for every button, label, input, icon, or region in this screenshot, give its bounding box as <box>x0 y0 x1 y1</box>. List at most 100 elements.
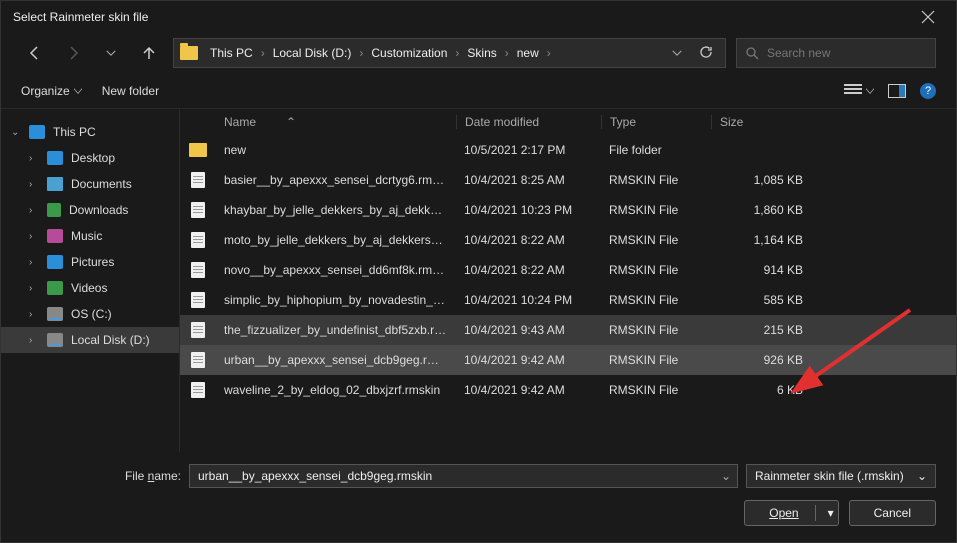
cancel-button[interactable]: Cancel <box>849 500 936 526</box>
file-name: the_fizzualizer_by_undefinist_dbf5zxb.rm… <box>216 323 456 337</box>
file-size: 1,164 KB <box>711 233 811 247</box>
folder-icon <box>180 46 198 60</box>
view-button[interactable] <box>844 84 874 98</box>
filename-input[interactable]: urban__by_apexxx_sensei_dcb9geg.rmskin⌄ <box>189 464 738 488</box>
file-type: RMSKIN File <box>601 203 711 217</box>
column-name[interactable]: Name⌃ <box>216 115 456 129</box>
file-date: 10/4/2021 9:43 AM <box>456 323 601 337</box>
organize-button[interactable]: Organize <box>21 84 82 98</box>
file-row[interactable]: khaybar_by_jelle_dekkers_by_aj_dekkers_.… <box>180 195 956 225</box>
file-dialog: Select Rainmeter skin file This PC › Loca… <box>0 0 957 543</box>
sidebar-item-documents[interactable]: ›Documents <box>1 171 179 197</box>
file-list: Name⌃ Date modified Type Size new10/5/20… <box>179 109 956 452</box>
file-type: File folder <box>601 143 711 157</box>
file-name: simplic_by_hiphopium_by_novadestin_d... <box>216 293 456 307</box>
file-row[interactable]: novo__by_apexxx_sensei_dd6mf8k.rmskin10/… <box>180 255 956 285</box>
breadcrumb-item[interactable]: new <box>513 46 543 60</box>
documents-icon <box>47 177 63 191</box>
chevron-down-icon[interactable]: ⌄ <box>721 469 731 483</box>
file-icon <box>191 202 205 218</box>
sidebar-item-pictures[interactable]: ›Pictures <box>1 249 179 275</box>
column-date[interactable]: Date modified <box>456 115 601 129</box>
sidebar-item-downloads[interactable]: ›Downloads <box>1 197 179 223</box>
file-size: 914 KB <box>711 263 811 277</box>
history-dropdown[interactable] <box>663 39 691 67</box>
sidebar-item-desktop[interactable]: ›Desktop <box>1 145 179 171</box>
file-type: RMSKIN File <box>601 263 711 277</box>
search-input[interactable]: Search new <box>736 38 936 68</box>
videos-icon <box>47 281 63 295</box>
file-name: waveline_2_by_eldog_02_dbxjzrf.rmskin <box>216 383 456 397</box>
file-row[interactable]: urban__by_apexxx_sensei_dcb9geg.rmskin10… <box>180 345 956 375</box>
new-folder-button[interactable]: New folder <box>102 84 159 98</box>
file-name: basier__by_apexxx_sensei_dcrtyg6.rmskin <box>216 173 456 187</box>
file-date: 10/4/2021 9:42 AM <box>456 353 601 367</box>
chevron-right-icon: › <box>357 46 365 60</box>
chevron-down-icon: ⌄ <box>917 469 927 483</box>
forward-button[interactable] <box>59 39 87 67</box>
sidebar-item-local-disk-d[interactable]: ›Local Disk (D:) <box>1 327 179 353</box>
file-row[interactable]: basier__by_apexxx_sensei_dcrtyg6.rmskin1… <box>180 165 956 195</box>
filetype-filter[interactable]: Rainmeter skin file (.rmskin)⌄ <box>746 464 936 488</box>
breadcrumb-item[interactable]: Local Disk (D:) <box>269 46 356 60</box>
breadcrumb-item[interactable]: Customization <box>367 46 451 60</box>
file-type: RMSKIN File <box>601 293 711 307</box>
preview-pane-button[interactable] <box>888 84 906 98</box>
file-name: new <box>216 143 456 157</box>
sidebar-item-videos[interactable]: ›Videos <box>1 275 179 301</box>
file-date: 10/4/2021 8:25 AM <box>456 173 601 187</box>
file-name: novo__by_apexxx_sensei_dd6mf8k.rmskin <box>216 263 456 277</box>
file-icon <box>191 352 205 368</box>
back-button[interactable] <box>21 39 49 67</box>
file-icon <box>191 232 205 248</box>
file-row[interactable]: waveline_2_by_eldog_02_dbxjzrf.rmskin10/… <box>180 375 956 405</box>
sidebar: ⌄This PC ›Desktop ›Documents ›Downloads … <box>1 109 179 452</box>
file-name: moto_by_jelle_dekkers_by_aj_dekkers_de..… <box>216 233 456 247</box>
file-type: RMSKIN File <box>601 173 711 187</box>
file-size: 926 KB <box>711 353 811 367</box>
file-type: RMSKIN File <box>601 383 711 397</box>
search-placeholder: Search new <box>767 46 830 60</box>
downloads-icon <box>47 203 61 217</box>
file-icon <box>191 322 205 338</box>
file-icon <box>191 172 205 188</box>
file-type: RMSKIN File <box>601 353 711 367</box>
chevron-right-icon: › <box>545 46 553 60</box>
file-row[interactable]: moto_by_jelle_dekkers_by_aj_dekkers_de..… <box>180 225 956 255</box>
file-date: 10/4/2021 10:24 PM <box>456 293 601 307</box>
chevron-down-icon[interactable]: ▾ <box>828 506 834 520</box>
file-row[interactable]: simplic_by_hiphopium_by_novadestin_d...1… <box>180 285 956 315</box>
file-row[interactable]: the_fizzualizer_by_undefinist_dbf5zxb.rm… <box>180 315 956 345</box>
breadcrumb-item[interactable]: This PC <box>206 46 257 60</box>
toolbar: Organize New folder ? <box>1 73 956 109</box>
sidebar-item-this-pc[interactable]: ⌄This PC <box>1 119 179 145</box>
desktop-icon <box>47 151 63 165</box>
breadcrumb-item[interactable]: Skins <box>463 46 500 60</box>
file-size: 1,085 KB <box>711 173 811 187</box>
sidebar-item-os-c[interactable]: ›OS (C:) <box>1 301 179 327</box>
file-row[interactable]: new10/5/2021 2:17 PMFile folder <box>180 135 956 165</box>
sort-indicator-icon: ⌃ <box>286 115 296 129</box>
chevron-down-icon: ⌄ <box>11 127 21 138</box>
address-bar[interactable]: This PC› Local Disk (D:)› Customization›… <box>173 38 726 68</box>
file-type: RMSKIN File <box>601 233 711 247</box>
titlebar: Select Rainmeter skin file <box>1 1 956 33</box>
up-button[interactable] <box>135 39 163 67</box>
folder-icon <box>189 143 207 157</box>
file-icon <box>191 292 205 308</box>
close-button[interactable] <box>912 1 944 33</box>
column-size[interactable]: Size <box>711 115 821 129</box>
open-button[interactable]: Open▾ <box>744 500 838 526</box>
refresh-button[interactable] <box>699 45 713 62</box>
recent-button[interactable] <box>97 39 125 67</box>
help-button[interactable]: ? <box>920 83 936 99</box>
column-type[interactable]: Type <box>601 115 711 129</box>
file-type: RMSKIN File <box>601 323 711 337</box>
drive-icon <box>47 307 63 321</box>
file-name: khaybar_by_jelle_dekkers_by_aj_dekkers_.… <box>216 203 456 217</box>
chevron-right-icon: › <box>29 153 39 164</box>
sidebar-item-music[interactable]: ›Music <box>1 223 179 249</box>
file-name: urban__by_apexxx_sensei_dcb9geg.rmskin <box>216 353 456 367</box>
file-icon <box>191 262 205 278</box>
file-size: 215 KB <box>711 323 811 337</box>
